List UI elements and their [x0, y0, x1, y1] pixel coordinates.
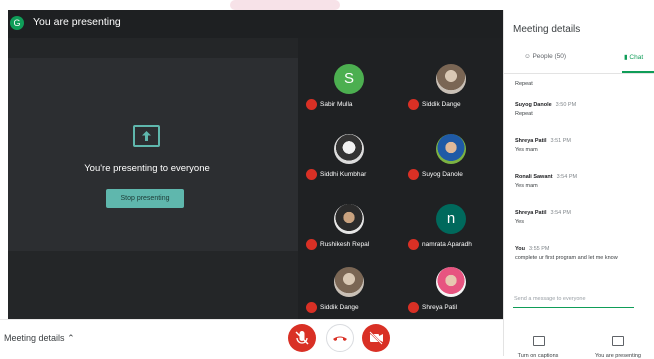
tab-label: People (50): [532, 53, 567, 60]
page-title: You are presenting: [33, 16, 121, 28]
participant-tile[interactable]: Siddhi Kumbhar: [298, 116, 400, 186]
message-sender: You: [515, 246, 525, 252]
meeting-details-panel: Meeting details ☺ People (50) ▮ Chat Rep…: [503, 10, 654, 359]
chat-message: Shreya Patil 3:54 PM Yes: [515, 210, 651, 225]
hang-up-icon: [333, 336, 347, 341]
participant-name: Siddhi Kumbhar: [320, 171, 367, 178]
chat-message: Repeat: [515, 78, 651, 87]
participant-tile[interactable]: Shreya Patil: [400, 249, 502, 319]
camera-off-icon: [369, 331, 383, 345]
message-sender: Shreya Patil: [515, 210, 547, 216]
message-text: Repeat: [515, 111, 533, 117]
message-time: 3:50 PM: [555, 102, 577, 108]
meeting-details-label: Meeting details: [4, 333, 65, 343]
participant-name: Rushikesh Repal: [320, 241, 370, 248]
presentation-card: [8, 58, 298, 251]
message-time: 3:55 PM: [528, 246, 550, 252]
microphone-toggle-button[interactable]: [288, 324, 316, 352]
leave-call-button[interactable]: [326, 324, 354, 352]
chat-icon: ▮: [624, 54, 628, 61]
chevron-up-icon: ⌃: [67, 333, 75, 343]
presenting-message: You're presenting to everyone: [84, 163, 210, 174]
message-time: 3:54 PM: [550, 210, 571, 216]
camera-toggle-button[interactable]: [362, 324, 390, 352]
participant-tile[interactable]: Suyog Danole: [400, 116, 502, 186]
participant-name: Siddik Dange: [422, 101, 461, 108]
presentation-area-footer: [8, 251, 298, 319]
participant-avatar: n: [436, 204, 466, 234]
mic-off-icon: [408, 302, 419, 313]
captions-button-label[interactable]: Turn on captions: [508, 353, 568, 359]
meeting-details-button[interactable]: Meeting details ⌃: [4, 333, 75, 344]
participant-avatar: [334, 134, 364, 164]
participant-avatar: [334, 204, 364, 234]
participant-name: namrata Aparadh: [422, 241, 472, 248]
participant-name: Shreya Patil: [422, 304, 458, 311]
bottom-toolbar: [0, 319, 503, 356]
participant-avatar: [334, 267, 364, 297]
tab-people[interactable]: ☺ People (50): [524, 53, 566, 60]
message-sender: Suyog Danole: [515, 102, 552, 108]
stop-presenting-button[interactable]: Stop presenting: [106, 189, 184, 208]
chat-input-underline: [513, 307, 634, 308]
message-text: Yes: [515, 219, 524, 225]
message-sender: Shreya Patil: [515, 138, 547, 144]
participant-avatar: S: [334, 64, 364, 94]
mic-off-icon: [295, 331, 309, 345]
presenting-button-label[interactable]: You are presenting: [586, 353, 650, 359]
people-icon: ☺: [524, 53, 531, 60]
chat-input[interactable]: Send a message to everyone: [514, 296, 586, 302]
tab-chat[interactable]: ▮ Chat: [624, 53, 643, 61]
message-sender: Ronali Sawant: [515, 174, 553, 180]
participant-tile[interactable]: n namrata Aparadh: [400, 186, 502, 256]
tab-label: Chat: [629, 54, 644, 61]
participant-avatar: [436, 64, 466, 94]
present-icon[interactable]: [612, 336, 624, 346]
divider: [504, 73, 654, 74]
avatar: G: [10, 16, 24, 30]
participant-name: Siddik Dange: [320, 304, 359, 311]
mic-off-icon: [408, 99, 419, 110]
participant-tile[interactable]: Siddik Dange: [400, 46, 502, 116]
message-text: Yes mam: [515, 183, 538, 189]
present-screen-icon: [133, 125, 160, 147]
mic-off-icon: [408, 169, 419, 180]
participant-tile[interactable]: Siddik Dange: [298, 249, 400, 319]
chat-message: Ronali Sawant 3:54 PM Yes mam: [515, 174, 651, 189]
message-time: 3:54 PM: [556, 174, 578, 180]
message-text: Yes mam: [515, 147, 538, 153]
panel-title: Meeting details: [513, 24, 581, 35]
participant-tile[interactable]: S Sabir Mulla: [298, 46, 400, 116]
participant-name: Sabir Mulla: [320, 101, 353, 108]
message-text: Repeat: [515, 81, 533, 87]
participant-avatar: [436, 134, 466, 164]
mic-off-icon: [306, 302, 317, 313]
participant-avatar: [436, 267, 466, 297]
message-text: complete ur first program and let me kno…: [515, 255, 618, 261]
chat-message: You 3:55 PM complete ur first program and…: [515, 246, 651, 261]
chat-message: Shreya Patil 3:51 PM Yes mam: [515, 138, 651, 153]
participant-grid: S Sabir Mulla Siddik Dange Siddhi Kumbha…: [298, 38, 503, 319]
message-time: 3:51 PM: [550, 138, 571, 144]
captions-icon[interactable]: [533, 336, 545, 346]
chat-message: Suyog Danole 3:50 PM Repeat: [515, 102, 651, 117]
mic-off-icon: [306, 99, 317, 110]
participant-name: Suyog Danole: [422, 171, 463, 178]
mic-off-icon: [306, 169, 317, 180]
background-decoration: [230, 0, 340, 10]
participant-tile[interactable]: Rushikesh Repal: [298, 186, 400, 256]
